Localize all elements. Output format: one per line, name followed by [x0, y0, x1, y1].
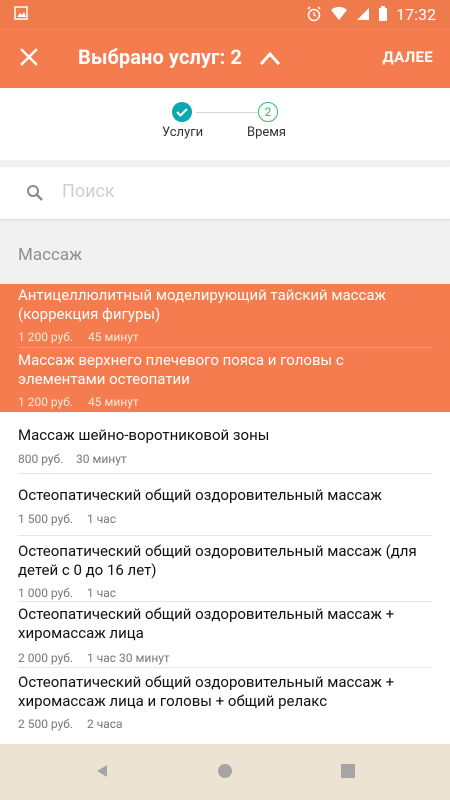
service-name: Массаж верхнего плечевого пояса и головы… — [18, 351, 344, 388]
service-price: 2 500 руб. — [18, 717, 74, 731]
service-name: Остеопатический общий оздоровительный ма… — [18, 605, 395, 642]
service-item[interactable]: Остеопатический общий оздоровительный ма… — [0, 536, 450, 602]
chevron-up-icon[interactable] — [259, 48, 281, 68]
service-price: 2 000 руб. — [18, 651, 74, 665]
search-icon — [27, 185, 43, 201]
category-header: Массаж — [0, 228, 450, 284]
service-name: Остеопатический общий оздоровительный ма… — [18, 673, 395, 710]
service-item[interactable]: Остеопатический общий оздоровительный ма… — [0, 474, 450, 536]
signal-icon — [357, 8, 370, 20]
close-icon[interactable] — [18, 46, 40, 68]
service-list: Антицеллюлитный моделирующий тайский мас… — [0, 284, 450, 744]
service-price: 800 руб. — [18, 452, 64, 466]
service-price: 1 200 руб. — [18, 330, 74, 344]
stepper: Услуги 2 Время — [0, 88, 450, 160]
service-name: Остеопатический общий оздоровительный ма… — [18, 542, 417, 579]
battery-icon — [379, 6, 388, 21]
back-icon[interactable] — [95, 764, 109, 778]
status-time: 17:32 — [396, 4, 436, 24]
wifi-icon — [331, 7, 348, 20]
service-price: 1 200 руб. — [18, 395, 74, 409]
service-item[interactable]: Остеопатический общий оздоровительный ма… — [0, 602, 450, 668]
app-bar: Выбрано услуг: 2 ДАЛЕЕ — [0, 28, 450, 88]
home-icon[interactable] — [218, 764, 232, 778]
service-item[interactable]: Массаж верхнего плечевого пояса и головы… — [0, 348, 450, 412]
service-name: Остеопатический общий оздоровительный ма… — [18, 486, 382, 504]
service-duration: 2 часа — [87, 717, 123, 731]
alarm-icon — [307, 6, 321, 22]
service-duration: 30 минут — [76, 452, 127, 466]
status-bar: 17:32 — [0, 0, 450, 28]
service-name: Массаж шейно-воротниковой зоны — [18, 426, 270, 444]
step-services-icon — [172, 102, 192, 122]
search-bar[interactable]: Поиск — [0, 167, 450, 219]
stepper-connector — [196, 112, 258, 113]
search-input[interactable]: Поиск — [62, 181, 115, 202]
service-duration: 45 минут — [88, 330, 139, 344]
step-services-label: Услуги — [162, 125, 204, 140]
service-name: Антицеллюлитный моделирующий тайский мас… — [18, 286, 387, 323]
service-item[interactable]: Антицеллюлитный моделирующий тайский мас… — [0, 284, 450, 348]
service-duration: 45 минут — [88, 395, 139, 409]
service-price: 1 000 руб. — [18, 586, 74, 600]
system-nav-bar — [0, 744, 450, 800]
service-duration: 1 час — [87, 586, 117, 600]
service-duration: 1 час 30 минут — [87, 651, 170, 665]
image-icon — [14, 6, 28, 20]
service-price: 1 500 руб. — [18, 512, 74, 526]
step-time-number: 2 — [258, 102, 278, 122]
service-duration: 1 час — [87, 512, 117, 526]
recents-icon[interactable] — [341, 764, 355, 778]
check-icon — [176, 108, 188, 117]
page-title: Выбрано услуг: 2 — [78, 45, 242, 69]
next-button[interactable]: ДАЛЕЕ — [383, 48, 433, 66]
step-time-label: Время — [247, 125, 287, 140]
service-item[interactable]: Массаж шейно-воротниковой зоны 800 руб. … — [0, 412, 450, 474]
category-title: Массаж — [18, 245, 83, 265]
service-item[interactable]: Остеопатический общий оздоровительный ма… — [0, 668, 450, 734]
